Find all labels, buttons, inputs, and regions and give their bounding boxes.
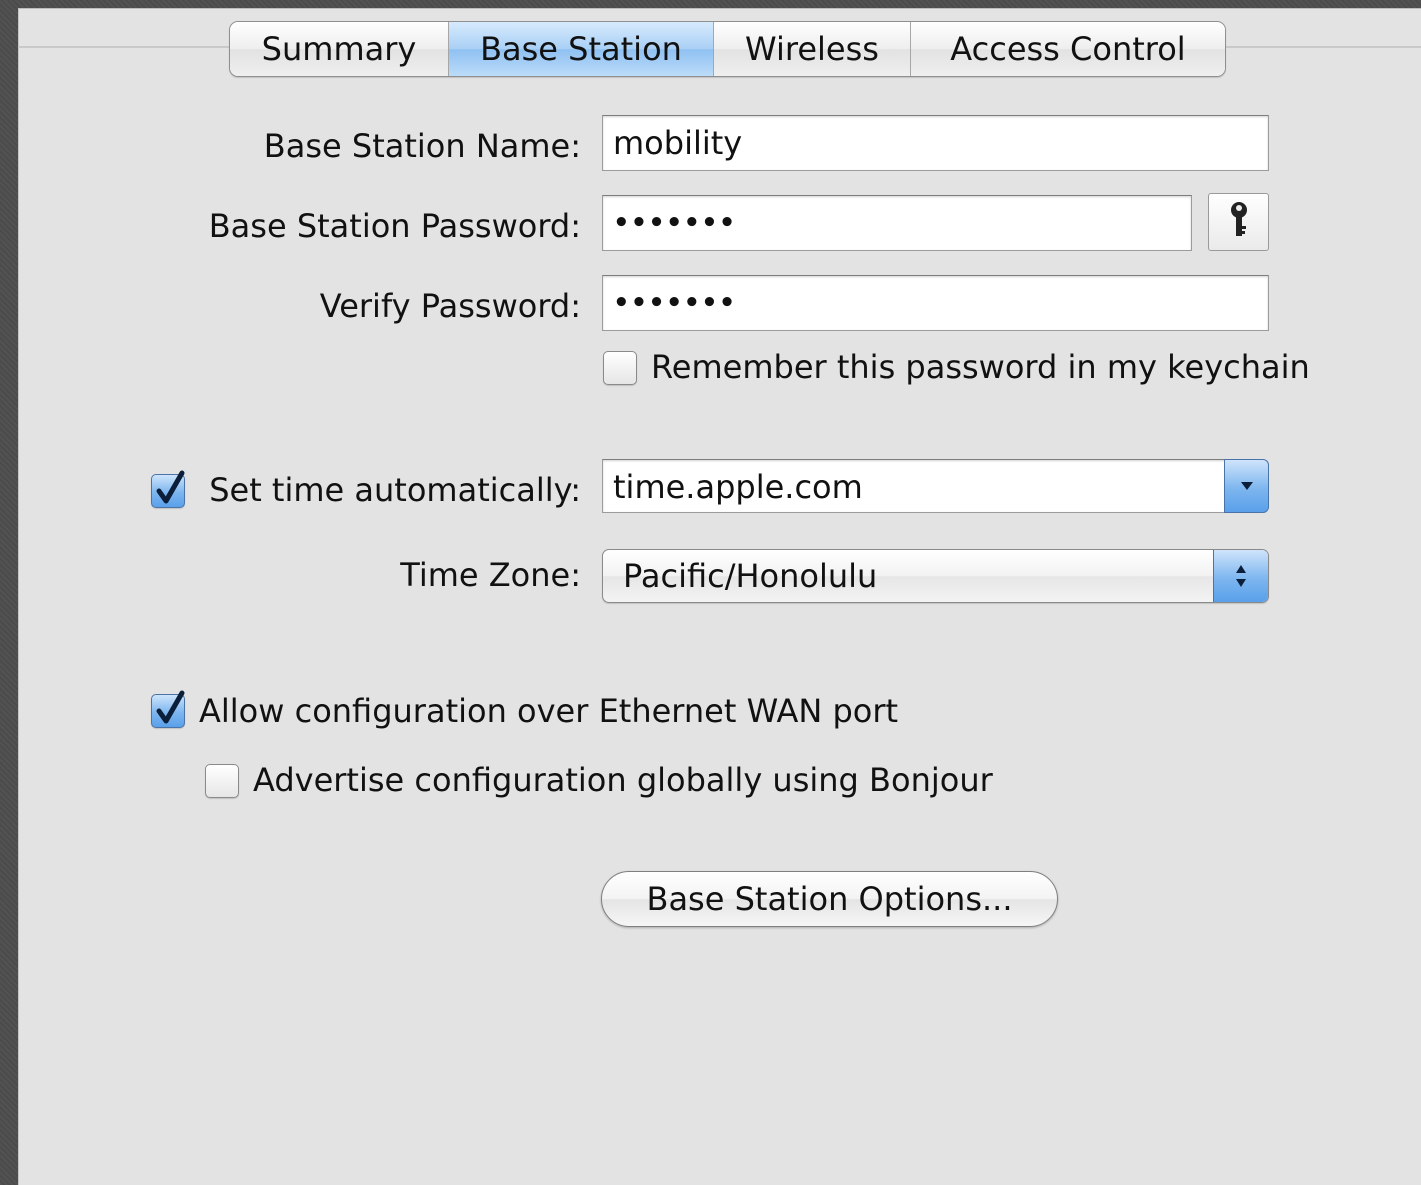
advertise-bonjour-label: Advertise configuration globally using B… xyxy=(253,761,993,799)
base-station-password-label: Base Station Password: xyxy=(208,207,581,245)
remember-password-label: Remember this password in my keychain xyxy=(651,348,1310,386)
base-station-name-field[interactable]: mobility xyxy=(602,115,1269,171)
time-zone-label: Time Zone: xyxy=(400,556,581,594)
keychain-button[interactable] xyxy=(1208,193,1269,251)
allow-wan-config-label: Allow configuration over Ethernet WAN po… xyxy=(199,692,899,730)
time-server-field[interactable]: time.apple.com xyxy=(602,459,1226,513)
base-station-options-button[interactable]: Base Station Options... xyxy=(601,871,1058,927)
tab-wireless[interactable]: Wireless xyxy=(714,22,911,76)
verify-password-field[interactable]: ••••••• xyxy=(602,275,1269,331)
remember-password-checkbox[interactable] xyxy=(603,351,637,385)
key-icon xyxy=(1228,200,1250,244)
time-zone-value: Pacific/Honolulu xyxy=(623,557,878,595)
verify-password-label: Verify Password: xyxy=(319,287,581,325)
set-time-checkbox[interactable] xyxy=(151,470,185,508)
time-zone-popup[interactable]: Pacific/Honolulu xyxy=(602,549,1269,603)
chevron-down-icon xyxy=(1239,477,1255,496)
checkmark-icon xyxy=(156,690,185,724)
advertise-bonjour-checkbox[interactable] xyxy=(205,764,239,798)
tab-summary[interactable]: Summary xyxy=(230,22,449,76)
tab-bar: Summary Base Station Wireless Access Con… xyxy=(229,21,1226,77)
allow-wan-config-checkbox[interactable] xyxy=(151,690,185,728)
base-station-name-label: Base Station Name: xyxy=(263,127,581,165)
base-station-password-field[interactable]: ••••••• xyxy=(602,195,1192,251)
time-server-dropdown-button[interactable] xyxy=(1224,459,1269,513)
set-time-label: Set time automatically: xyxy=(209,471,581,509)
tab-base-station[interactable]: Base Station xyxy=(449,22,714,76)
tab-access-control[interactable]: Access Control xyxy=(911,22,1225,76)
time-server-combo: time.apple.com xyxy=(602,459,1269,513)
checkmark-icon xyxy=(156,470,185,504)
up-down-arrows-icon xyxy=(1213,550,1268,602)
